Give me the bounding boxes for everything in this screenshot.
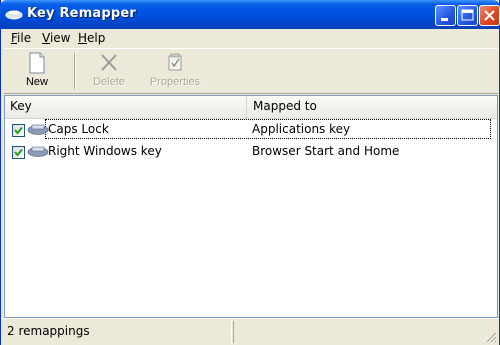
row-checkbox[interactable]	[12, 146, 25, 159]
cell-key: Right Windows key	[48, 144, 162, 158]
cell-mapped-to: Browser Start and Home	[252, 144, 400, 158]
checkmark-icon	[14, 148, 23, 157]
menu-view-rest: iew	[49, 31, 71, 45]
delete-button[interactable]: Delete	[83, 51, 135, 91]
row-checkbox[interactable]	[12, 124, 25, 137]
new-label: New	[25, 76, 48, 88]
delete-label: Delete	[93, 76, 125, 88]
app-window: Key Remapper File View Help New Delete P…	[0, 0, 500, 345]
menu-bar: File View Help	[4, 29, 498, 48]
keyboard-icon	[27, 146, 49, 157]
title-bar[interactable]: Key Remapper	[0, 0, 500, 29]
menu-help[interactable]: Help	[78, 31, 105, 45]
cell-key: Caps Lock	[48, 122, 109, 136]
remapping-list[interactable]: Key Mapped to Caps Lock Applications key	[4, 95, 498, 318]
status-pane-main: 2 remappings	[4, 321, 232, 343]
x-icon	[101, 54, 117, 71]
minimize-button[interactable]	[435, 5, 456, 26]
close-button[interactable]	[479, 5, 500, 26]
close-icon	[484, 10, 495, 21]
toolbar: New Delete Properties	[4, 48, 498, 94]
keyboard-icon	[5, 10, 23, 20]
checkmark-icon	[14, 126, 23, 135]
resize-grip-icon[interactable]	[485, 331, 497, 343]
list-header: Key Mapped to	[5, 96, 497, 119]
properties-button[interactable]: Properties	[140, 51, 210, 91]
maximize-icon	[461, 9, 474, 21]
minimize-icon	[441, 18, 448, 21]
keyboard-icon	[27, 124, 49, 135]
column-header-mapped-to[interactable]: Mapped to	[248, 96, 497, 118]
properties-label: Properties	[149, 76, 201, 88]
menu-help-rest: elp	[87, 31, 106, 45]
column-header-key[interactable]: Key	[5, 96, 247, 118]
status-text: 2 remappings	[7, 324, 90, 338]
list-row[interactable]: Caps Lock Applications key	[5, 119, 497, 139]
new-button[interactable]: New	[12, 51, 62, 91]
menu-file[interactable]: File	[11, 31, 31, 45]
status-bar: 2 remappings	[1, 318, 499, 345]
menu-file-rest: ile	[17, 31, 32, 45]
status-pane-secondary	[233, 321, 497, 343]
window-title: Key Remapper	[27, 6, 137, 21]
menu-help-accel: H	[78, 31, 88, 45]
properties-icon	[168, 53, 182, 71]
document-icon	[29, 52, 45, 74]
menu-view-accel: V	[42, 31, 50, 45]
cell-mapped-to: Applications key	[252, 122, 351, 136]
list-row[interactable]: Right Windows key Browser Start and Home	[5, 141, 497, 161]
maximize-button[interactable]	[457, 5, 478, 26]
toolbar-separator	[74, 53, 76, 89]
menu-view[interactable]: View	[42, 31, 70, 45]
